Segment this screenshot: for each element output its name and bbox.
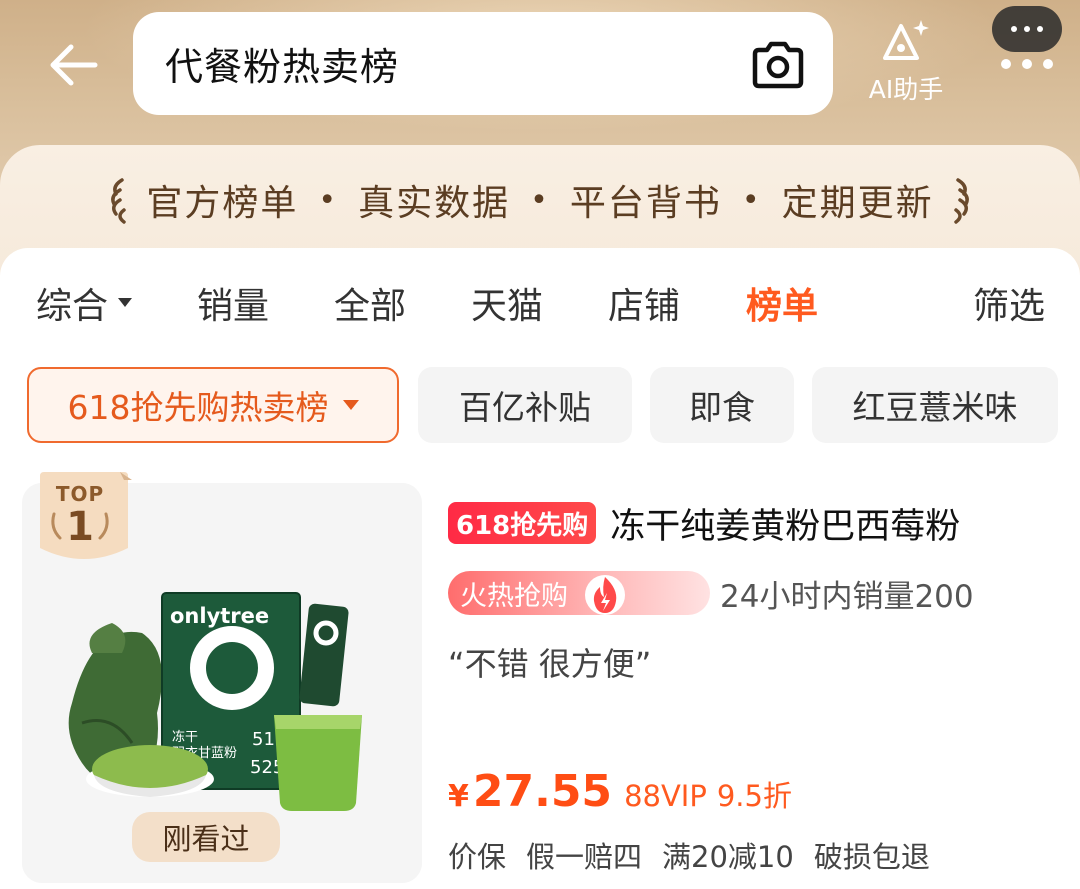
- caret-down-icon: [342, 400, 359, 410]
- sort-tab-comprehensive[interactable]: 综合: [36, 270, 133, 336]
- vip-discount: 9.5折: [716, 779, 792, 813]
- price-row: ¥ 27.55 88VIP 9.5折: [448, 766, 792, 826]
- recently-viewed-badge: 刚看过: [132, 812, 280, 862]
- search-input[interactable]: 代餐粉热卖榜: [165, 12, 399, 115]
- service-tags: 价保 假一赔四 满20减10 破损包退: [448, 832, 950, 878]
- sort-tab-tmall[interactable]: 天猫: [471, 270, 543, 336]
- service-tag: 假一赔四: [526, 840, 643, 874]
- package-brand-text: onlytree: [170, 604, 269, 628]
- price-value: 27.55: [472, 766, 613, 817]
- review-snippet: “不错 很方便”: [448, 645, 652, 683]
- hot-sales-row: 火热抢购 24小时内销量200: [448, 570, 974, 616]
- tagline-item: 平台背书: [569, 183, 722, 224]
- rank-label: TOP: [55, 482, 105, 506]
- hot-sale-label: 火热抢购: [460, 580, 568, 612]
- sort-tab-ranking[interactable]: 榜单: [746, 270, 818, 336]
- filter-button[interactable]: 筛选: [973, 270, 1045, 336]
- ai-assistant-label: AI助手: [868, 75, 944, 104]
- service-tag: 破损包退: [813, 840, 930, 874]
- laurel-right-icon: [953, 178, 969, 224]
- rank-number: 1: [66, 504, 94, 550]
- back-button[interactable]: [38, 32, 108, 98]
- sort-tab-all[interactable]: 全部: [334, 270, 406, 336]
- ai-sparkle-icon: [883, 20, 929, 60]
- camera-search-button[interactable]: [749, 40, 807, 90]
- more-dots-icon: [992, 6, 1062, 69]
- laurel-left-icon: [111, 178, 127, 224]
- sort-tab-store[interactable]: 店铺: [608, 270, 680, 336]
- chip-red-bean-flavor[interactable]: 红豆薏米味: [812, 367, 1058, 443]
- service-tag: 满20减10: [662, 840, 794, 874]
- sort-tab-sales[interactable]: 销量: [197, 270, 269, 336]
- vip-label: 88VIP: [624, 779, 707, 813]
- tagline: 官方榜单 • 真实数据 • 平台背书 • 定期更新: [0, 170, 1080, 230]
- tagline-item: 官方榜单: [146, 183, 299, 224]
- tagline-item: 定期更新: [781, 183, 934, 224]
- ai-assistant-button[interactable]: AI助手: [858, 18, 954, 118]
- sort-bar: 综合 销量 全部 天猫 店铺 榜单 筛选: [0, 270, 1080, 336]
- price-currency: ¥: [448, 779, 469, 814]
- chip-instant[interactable]: 即食: [650, 367, 794, 443]
- chip-label: 618抢先购热卖榜: [67, 388, 329, 427]
- service-tag: 价保: [448, 840, 507, 874]
- product-title[interactable]: 冻干纯姜黄粉巴西莓粉: [610, 498, 960, 549]
- sort-tab-label: 综合: [36, 286, 109, 327]
- caret-down-icon: [118, 298, 133, 307]
- product-title-row[interactable]: 618抢先购 冻干纯姜黄粉巴西莓粉: [448, 498, 960, 548]
- promo-tag: 618抢先购: [448, 502, 597, 544]
- flame-icon: [585, 575, 625, 615]
- more-menu-button[interactable]: [992, 6, 1062, 72]
- hot-sale-pill: 火热抢购: [448, 571, 710, 615]
- sales-count: 24小时内销量200: [720, 578, 974, 615]
- back-arrow-icon: [50, 44, 98, 86]
- tagline-separator: •: [318, 182, 339, 218]
- chip-subsidy[interactable]: 百亿补贴: [418, 367, 632, 443]
- tagline-separator: •: [741, 182, 762, 218]
- rank-badge: TOP 1: [40, 472, 132, 570]
- package-label-text: 冻干: [172, 729, 198, 745]
- search-box[interactable]: 代餐粉热卖榜: [133, 12, 833, 115]
- camera-icon: [752, 41, 804, 89]
- tagline-separator: •: [530, 182, 550, 218]
- chip-618-hot-ranking[interactable]: 618抢先购热卖榜: [27, 367, 399, 443]
- tagline-item: 真实数据: [358, 183, 511, 224]
